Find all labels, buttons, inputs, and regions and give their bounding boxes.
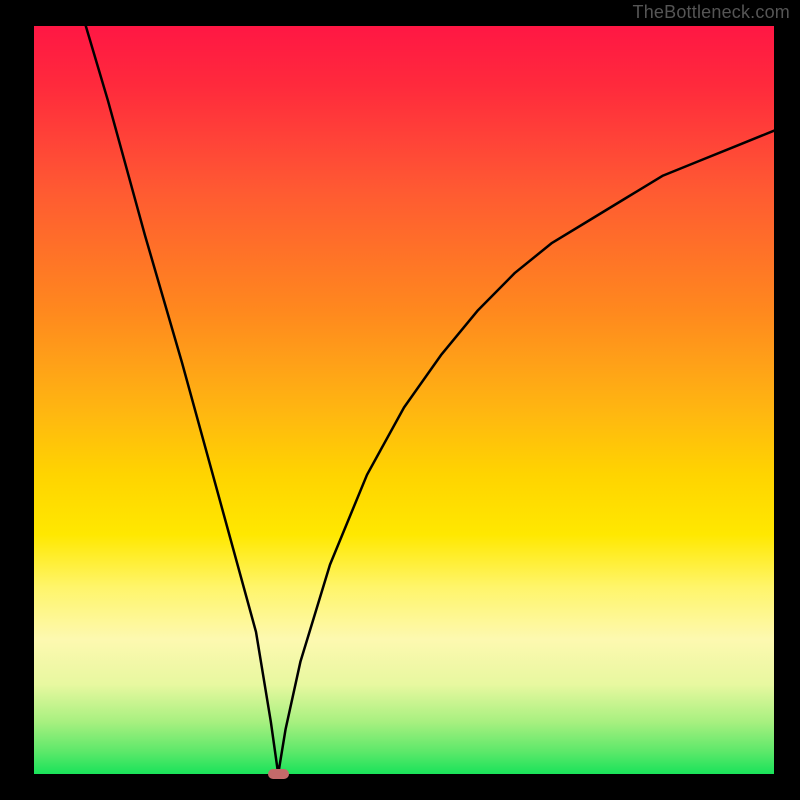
bottleneck-curve (0, 0, 800, 800)
minimum-marker (268, 769, 289, 779)
chart-container: TheBottleneck.com (0, 0, 800, 800)
